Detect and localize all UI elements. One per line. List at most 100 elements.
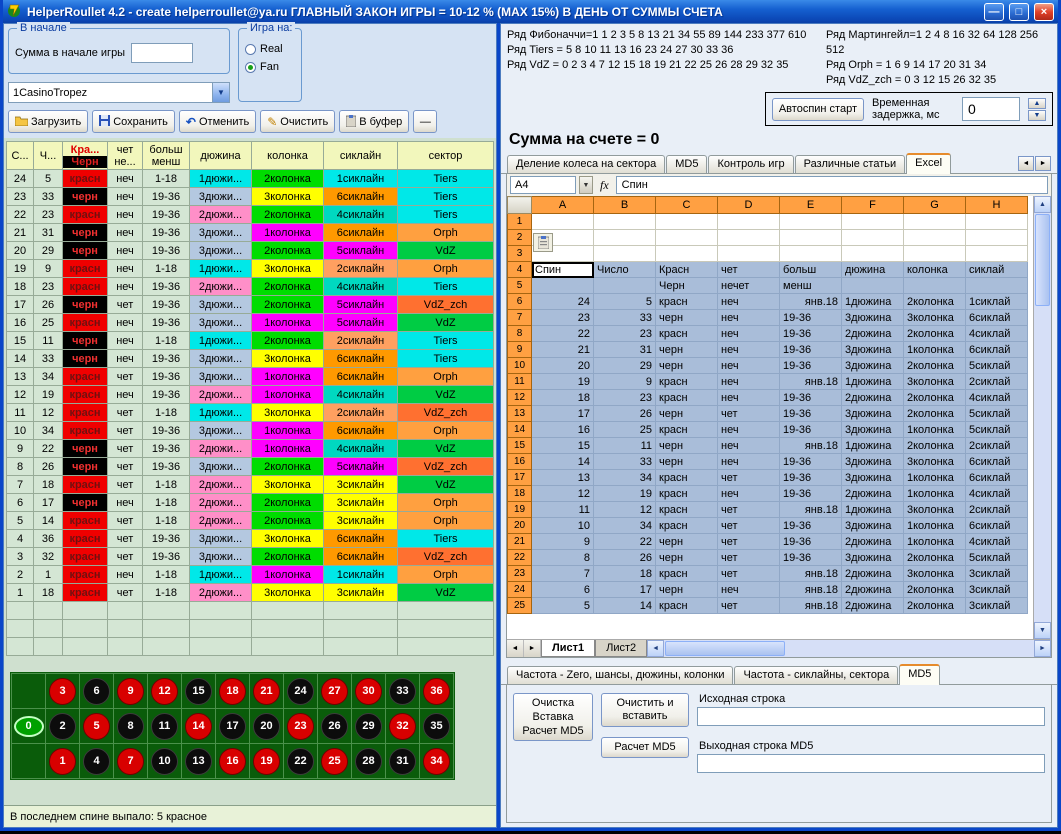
wheel-number[interactable]: 14 [185,713,212,740]
sheet-tab-лист2[interactable]: Лист2 [595,640,647,657]
spin-table-row[interactable]: 436краснчет19-363дюжи...3колонка6сиклайн… [7,530,494,548]
minimize-button[interactable]: — [984,3,1004,21]
excel-cell[interactable]: 26 [594,550,656,566]
wheel-number[interactable]: 10 [151,748,178,775]
excel-cell[interactable]: Число [594,262,656,278]
wheel-number[interactable]: 33 [389,678,416,705]
excel-cell[interactable]: черн [656,342,718,358]
excel-cell[interactable]: 29 [594,358,656,374]
excel-cell[interactable]: янв.18 [780,502,842,518]
excel-cell[interactable] [594,214,656,230]
excel-cell[interactable]: 19-36 [780,550,842,566]
spin-table-row[interactable]: 1726чернчет19-363дюжи...2колонка5сиклайн… [7,296,494,314]
excel-cell[interactable]: неч [718,438,780,454]
wheel-number[interactable]: 29 [355,713,382,740]
excel-cell[interactable]: 2дюжина [842,566,904,582]
spin-table-row[interactable]: 1334краснчет19-363дюжи...1колонка6сиклай… [7,368,494,386]
excel-cell[interactable]: красн [656,518,718,534]
excel-cell[interactable]: 19-36 [780,470,842,486]
autospin-start-button[interactable]: Автоспин старт [772,98,864,121]
excel-cell[interactable]: 1дюжина [842,294,904,310]
wheel-number[interactable]: 12 [151,678,178,705]
horizontal-scroll-thumb[interactable] [665,641,785,656]
excel-row-header[interactable]: 20 [508,518,532,534]
wheel-number[interactable]: 19 [253,748,280,775]
excel-row-header[interactable]: 4 [508,262,532,278]
excel-cell[interactable]: 16 [532,422,594,438]
spin-table-row[interactable]: 118краснчет1-182дюжи...3колонка3сиклайнV… [7,584,494,602]
excel-cell[interactable]: 19 [532,374,594,390]
excel-cell[interactable]: 2колонка [904,406,966,422]
excel-cell[interactable]: 3колонка [904,454,966,470]
excel-cell[interactable]: 1дюжина [842,438,904,454]
excel-cell[interactable]: 25 [594,422,656,438]
excel-cell[interactable]: 34 [594,470,656,486]
excel-cell[interactable]: янв.18 [780,438,842,454]
excel-cell[interactable]: неч [718,390,780,406]
excel-cell[interactable]: 23 [594,326,656,342]
excel-cell[interactable]: 12 [594,502,656,518]
excel-cell[interactable]: 2дюжина [842,534,904,550]
wheel-number[interactable]: 32 [389,713,416,740]
excel-cell[interactable]: 19-36 [780,534,842,550]
excel-cell[interactable]: 2колонка [904,438,966,454]
spin-table-row[interactable]: 1034краснчет19-363дюжи...1колонка6сиклай… [7,422,494,440]
excel-cell[interactable]: чет [718,566,780,582]
excel-cell[interactable]: 19-36 [780,422,842,438]
wheel-number[interactable]: 9 [117,678,144,705]
excel-cell[interactable] [594,278,656,294]
scroll-up-icon[interactable]: ▲ [1034,196,1051,213]
excel-cell[interactable]: 1колонка [904,422,966,438]
paste-options-button[interactable] [533,233,553,252]
excel-cell[interactable]: 19-36 [780,310,842,326]
excel-cell[interactable]: 33 [594,454,656,470]
excel-cell[interactable] [966,246,1028,262]
spin-table-row[interactable]: 514краснчет1-182дюжи...2колонка3сиклайнO… [7,512,494,530]
excel-cell[interactable]: черн [656,534,718,550]
excel-cell[interactable] [780,214,842,230]
radio-option-fan[interactable]: Fan [245,61,295,73]
excel-cell[interactable] [904,278,966,294]
excel-cell[interactable]: янв.18 [780,582,842,598]
excel-cell[interactable]: 9 [594,374,656,390]
tab-частота-сиклайны-сектора[interactable]: Частота - сиклайны, сектора [734,666,898,684]
excel-cell[interactable]: 22 [532,326,594,342]
wheel-number[interactable]: 36 [423,678,450,705]
wheel-number[interactable]: 16 [219,748,246,775]
excel-cell[interactable]: 20 [532,358,594,374]
excel-cell[interactable]: 19-36 [780,406,842,422]
wheel-number[interactable]: 31 [389,748,416,775]
spin-table-row[interactable]: 1433черннеч19-363дюжи...3колонка6сиклайн… [7,350,494,368]
excel-column-header[interactable]: A [532,197,594,214]
sheet-nav-left-icon[interactable]: ◄ [507,640,524,657]
excel-cell[interactable] [842,230,904,246]
excel-row-header[interactable]: 12 [508,390,532,406]
excel-row-header[interactable]: 2 [508,230,532,246]
excel-cell[interactable]: 4сиклай [966,534,1028,550]
excel-cell[interactable] [532,214,594,230]
excel-cell[interactable]: неч [718,582,780,598]
wheel-number[interactable]: 3 [49,678,76,705]
wheel-number[interactable]: 20 [253,713,280,740]
excel-cell[interactable]: 14 [594,598,656,614]
excel-name-box[interactable]: A4 [510,176,576,194]
excel-cell[interactable]: 3дюжина [842,342,904,358]
excel-cell[interactable]: 5сиклай [966,422,1028,438]
excel-cell[interactable] [594,230,656,246]
start-sum-input[interactable] [131,43,193,63]
radio-option-real[interactable]: Real [245,43,295,55]
excel-row-header[interactable]: 1 [508,214,532,230]
excel-cell[interactable]: 3дюжина [842,406,904,422]
spin-table-row[interactable]: 1219красннеч19-362дюжи...1колонка4сиклай… [7,386,494,404]
excel-cell[interactable]: 3дюжина [842,470,904,486]
wheel-number[interactable]: 34 [423,748,450,775]
copy-to-buffer-button[interactable]: В буфер [339,110,409,133]
excel-cell[interactable] [966,230,1028,246]
excel-cell[interactable]: чет [718,470,780,486]
excel-cell[interactable]: 3колонка [904,502,966,518]
excel-cell[interactable]: 19-36 [780,454,842,470]
excel-row-header[interactable]: 24 [508,582,532,598]
excel-cell[interactable] [718,230,780,246]
excel-cell[interactable] [656,246,718,262]
excel-column-header[interactable]: C [656,197,718,214]
